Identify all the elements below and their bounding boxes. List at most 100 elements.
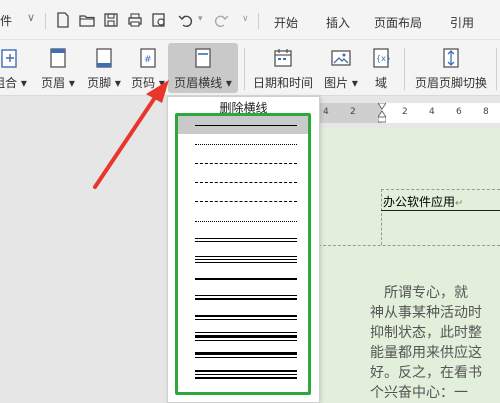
line-style-option-dashed-short[interactable] bbox=[178, 154, 308, 172]
line-style-option-dash-dot-dot[interactable] bbox=[178, 212, 308, 230]
save-icon[interactable] bbox=[102, 11, 120, 29]
footer-button[interactable]: 页脚 ▾ bbox=[81, 43, 127, 93]
preview-icon[interactable] bbox=[150, 11, 168, 29]
tab-insert[interactable]: 插入 bbox=[326, 14, 350, 31]
chevron-down-icon[interactable]: ∨ bbox=[27, 11, 35, 24]
tab-home[interactable]: 开始 bbox=[274, 14, 298, 31]
combine-label: 组合 bbox=[0, 76, 18, 90]
ruler-number: 8 bbox=[483, 107, 489, 117]
header-button[interactable]: 页眉 ▾ bbox=[35, 43, 81, 93]
line-style-option-dash-dot[interactable] bbox=[178, 193, 308, 211]
header-line-dropdown: 删除横线 bbox=[167, 96, 320, 403]
picture-icon bbox=[329, 46, 353, 70]
divider bbox=[45, 13, 46, 29]
line-style-list bbox=[175, 113, 311, 395]
line-sample bbox=[195, 352, 297, 356]
quick-access-bar: 文件 ∨ ▾ ∨ 开始 插入 页面布局 引用 bbox=[0, 0, 500, 40]
date-time-label: 日期和时间 bbox=[252, 76, 313, 90]
field-label: 域 bbox=[374, 76, 387, 90]
calendar-icon bbox=[271, 46, 295, 70]
line-style-option-thick-thin-thick[interactable] bbox=[178, 366, 308, 384]
line-style-option-double-thin[interactable] bbox=[178, 231, 308, 249]
line-sample bbox=[195, 370, 297, 373]
undo-icon[interactable] bbox=[177, 11, 195, 29]
line-sample bbox=[195, 241, 297, 243]
paragraph-line: 所谓专心，就 bbox=[370, 285, 468, 301]
line-sample bbox=[195, 377, 297, 380]
field-icon: {x} bbox=[369, 46, 393, 70]
ruler-number: 2 bbox=[402, 107, 408, 117]
undo-dropdown-chevron-icon[interactable]: ▾ bbox=[198, 14, 203, 24]
svg-text:#: # bbox=[144, 55, 152, 65]
paragraph-line: 抑制状态，此时整 bbox=[370, 325, 482, 341]
header-footer-switch-button[interactable]: 页眉页脚切换 bbox=[410, 43, 492, 93]
page-number-button[interactable]: # 页码 ▾ bbox=[125, 43, 171, 93]
line-sample bbox=[195, 318, 297, 320]
print-icon[interactable] bbox=[126, 11, 144, 29]
line-sample bbox=[195, 295, 297, 297]
line-style-option-thin-thick-thin[interactable] bbox=[178, 327, 308, 345]
picture-label: 图片 bbox=[324, 76, 349, 90]
body-paragraph[interactable]: 所谓专心，就 神从事某种活动时 抑制状态，此时整 能量都用来供应这 好。反之，在… bbox=[370, 283, 500, 403]
line-sample bbox=[195, 261, 297, 263]
header-line-button[interactable]: 页眉横线 ▾ bbox=[168, 43, 238, 93]
combine-icon bbox=[0, 46, 22, 70]
line-sample bbox=[195, 314, 297, 317]
line-sample bbox=[195, 298, 297, 301]
paragraph-line: 神从事某种活动时 bbox=[370, 305, 482, 321]
line-style-option-thick-double[interactable] bbox=[178, 346, 308, 364]
header-line-label: 页眉横线 bbox=[174, 76, 223, 90]
header-label: 页眉 bbox=[41, 76, 66, 90]
line-sample bbox=[195, 357, 297, 359]
header-footer-switch-label: 页眉页脚切换 bbox=[414, 76, 487, 90]
ribbon-divider bbox=[244, 48, 245, 90]
file-menu[interactable]: 文件 bbox=[0, 12, 12, 29]
tab-references[interactable]: 引用 bbox=[450, 14, 474, 31]
line-style-option-thick[interactable] bbox=[178, 270, 308, 288]
date-time-button[interactable]: 日期和时间 bbox=[250, 43, 316, 93]
redo-icon[interactable] bbox=[212, 11, 230, 29]
line-sample bbox=[195, 339, 297, 341]
header-icon bbox=[46, 46, 70, 70]
line-sample bbox=[195, 143, 297, 145]
more-chevron-icon[interactable]: ∨ bbox=[242, 14, 249, 24]
ruler-number: 4 bbox=[323, 107, 329, 117]
field-button[interactable]: {x} 域 bbox=[366, 43, 396, 93]
header-line-icon bbox=[191, 46, 215, 70]
line-sample bbox=[195, 255, 297, 257]
line-style-option-dashed[interactable] bbox=[178, 174, 308, 192]
line-sample bbox=[195, 331, 297, 333]
combine-button[interactable]: 组合 ▾ bbox=[0, 43, 34, 93]
line-sample bbox=[195, 238, 297, 240]
header-text[interactable]: 办公软件应用↵ bbox=[383, 193, 463, 210]
paragraph-mark: ↵ bbox=[455, 198, 464, 209]
horizontal-ruler[interactable]: 4 2 2 4 6 8 bbox=[320, 103, 500, 123]
header-rule-line bbox=[381, 210, 500, 211]
line-sample bbox=[195, 182, 297, 184]
header-footer-switch-icon bbox=[439, 46, 463, 70]
ribbon-toolbar: 组合 ▾ 页眉 ▾ 页脚 ▾ # 页码 ▾ 页眉横线 ▾ 日期和时间 图 bbox=[0, 40, 500, 96]
header-text-content: 办公软件应用 bbox=[383, 195, 456, 209]
ribbon-divider bbox=[496, 48, 497, 90]
page-number-icon: # bbox=[136, 46, 160, 70]
ruler-number: 2 bbox=[350, 107, 356, 117]
ribbon-divider bbox=[404, 48, 405, 90]
new-doc-icon[interactable] bbox=[54, 11, 72, 29]
tab-page-layout[interactable]: 页面布局 bbox=[374, 14, 422, 31]
open-folder-icon[interactable] bbox=[78, 11, 96, 29]
line-sample bbox=[195, 374, 297, 376]
line-sample bbox=[195, 258, 297, 260]
line-style-option-dotted[interactable] bbox=[178, 135, 308, 153]
line-style-option-thin-solid[interactable] bbox=[178, 116, 308, 134]
paragraph-line: 能量都用来供应这 bbox=[370, 345, 482, 361]
footer-icon bbox=[92, 46, 116, 70]
line-sample bbox=[195, 124, 297, 126]
line-sample bbox=[195, 277, 297, 280]
picture-button[interactable]: 图片 ▾ bbox=[320, 43, 362, 93]
line-style-option-triple-thin[interactable] bbox=[178, 250, 308, 268]
line-sample bbox=[195, 162, 297, 164]
line-sample bbox=[195, 334, 297, 338]
line-style-option-thin-thick[interactable] bbox=[178, 289, 308, 307]
indent-marker[interactable] bbox=[378, 103, 386, 123]
line-style-option-thick-thin[interactable] bbox=[178, 308, 308, 326]
